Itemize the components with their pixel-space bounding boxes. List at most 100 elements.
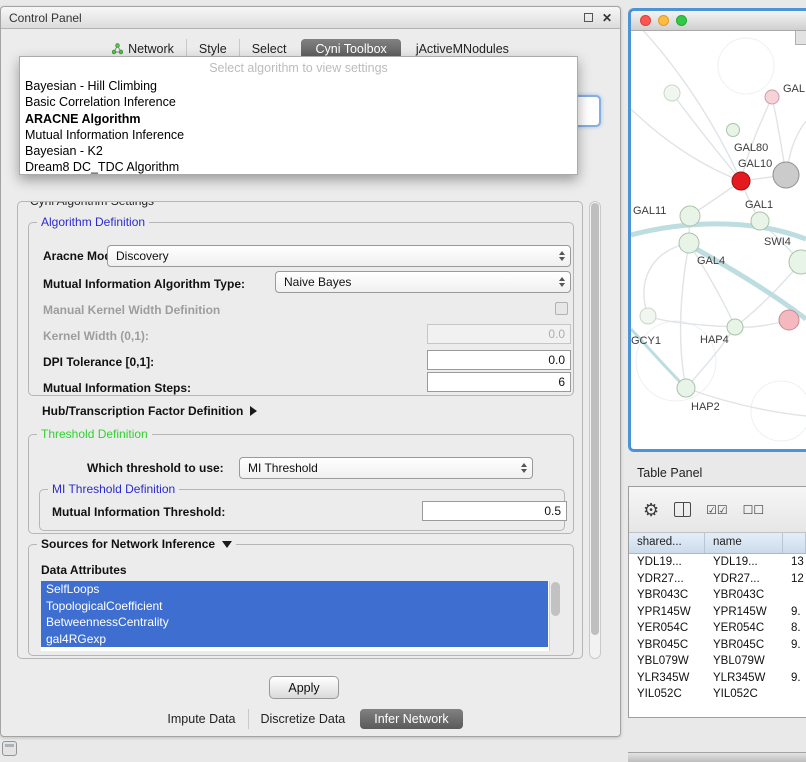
cyni-settings-legend: Cyni Algorithm Settings xyxy=(26,201,158,208)
sources-expander[interactable]: Sources for Network Inference xyxy=(37,537,236,551)
unselect-all-columns-icon[interactable]: ☐☐ xyxy=(743,503,765,517)
table-row[interactable]: YER054CYER054C8. xyxy=(629,620,806,637)
expander-expanded-icon xyxy=(222,541,232,548)
network-node[interactable] xyxy=(680,206,700,226)
table-row[interactable]: YBR045CYBR045C9. xyxy=(629,637,806,654)
mi-type-label: Mutual Information Algorithm Type: xyxy=(43,277,245,291)
network-node[interactable] xyxy=(779,310,799,330)
algorithm-option[interactable]: Basic Correlation Inference xyxy=(20,94,577,110)
collapsed-panel-icon[interactable] xyxy=(2,741,17,756)
column-header-shared-name[interactable]: shared... xyxy=(629,533,705,553)
algorithm-option[interactable]: Bayesian - Hill Climbing xyxy=(20,78,577,94)
node-label: GCY1 xyxy=(631,335,661,347)
table-row[interactable]: YDR27...YDR27...12 xyxy=(629,571,806,588)
tab-infer-network[interactable]: Infer Network xyxy=(360,709,462,729)
mi-steps-field[interactable] xyxy=(427,372,571,392)
kernel-width-field[interactable] xyxy=(427,324,571,344)
network-node[interactable] xyxy=(727,124,740,137)
network-canvas[interactable]: GAL GAL80 GAL10 GAL11 GAL1 SWI4 GAL4 GCY… xyxy=(631,31,806,449)
table-header-row: shared... name xyxy=(629,533,806,554)
control-panel-title: Control Panel xyxy=(9,11,82,25)
dpi-tolerance-field[interactable] xyxy=(427,350,571,370)
manual-kernel-label: Manual Kernel Width Definition xyxy=(43,303,220,317)
combo-arrows-icon xyxy=(559,277,570,287)
list-item-selected[interactable]: gal4RGexp xyxy=(41,631,548,648)
column-header-extra[interactable] xyxy=(783,533,806,553)
algorithm-option-placeholder[interactable]: Select algorithm to view settings xyxy=(20,57,577,78)
apply-button[interactable]: Apply xyxy=(269,676,339,699)
combo-value: MI Threshold xyxy=(248,461,318,475)
network-view-window[interactable]: GAL GAL80 GAL10 GAL11 GAL1 SWI4 GAL4 GCY… xyxy=(628,8,806,452)
sources-group: Sources for Network Inference Data Attri… xyxy=(28,544,574,656)
network-node[interactable] xyxy=(640,308,656,324)
node-label: GAL xyxy=(783,83,805,95)
mi-type-combo[interactable]: Naive Bayes xyxy=(275,271,571,293)
hub-definition-expander[interactable]: Hub/Transcription Factor Definition xyxy=(42,404,257,418)
tab-label: Style xyxy=(199,42,227,56)
tab-discretize-data[interactable]: Discretize Data xyxy=(248,709,358,729)
table-row[interactable]: YBR043CYBR043C xyxy=(629,587,806,604)
network-node[interactable] xyxy=(751,212,769,230)
show-columns-icon[interactable] xyxy=(674,502,691,517)
node-label: GAL11 xyxy=(633,205,666,217)
list-item-selected[interactable]: TopologicalCoefficient xyxy=(41,598,548,615)
table-row[interactable]: YIL052CYIL052C xyxy=(629,686,806,703)
main-window-bottom-edge xyxy=(628,752,806,762)
table-row[interactable]: YLR345WYLR345W9. xyxy=(629,670,806,687)
table-settings-gear-icon[interactable]: ⚙ xyxy=(643,501,659,519)
cyni-bottom-tab-bar: Impute Data Discretize Data Infer Networ… xyxy=(1,708,620,730)
node-label: GAL10 xyxy=(738,158,772,170)
table-row[interactable]: YPR145WYPR145W9. xyxy=(629,604,806,621)
control-panel-titlebar[interactable]: Control Panel ✕ xyxy=(1,7,620,29)
network-node[interactable] xyxy=(677,379,695,397)
network-node[interactable] xyxy=(773,162,799,188)
mi-threshold-group: MI Threshold Definition Mutual Informati… xyxy=(39,489,565,531)
mi-threshold-label: Mutual Information Threshold: xyxy=(52,505,225,519)
manual-kernel-checkbox[interactable] xyxy=(555,302,568,315)
select-all-columns-icon[interactable]: ☑☑ xyxy=(706,503,728,517)
float-window-icon[interactable] xyxy=(584,13,593,22)
network-node[interactable] xyxy=(732,172,750,190)
combo-value: Naive Bayes xyxy=(284,275,351,289)
algorithm-option[interactable]: Bayesian - K2 xyxy=(20,143,577,159)
dpi-tolerance-label: DPI Tolerance [0,1]: xyxy=(43,355,154,369)
mi-threshold-field[interactable] xyxy=(422,501,567,521)
screen: Control Panel ✕ Network Style Select Cyn… xyxy=(0,0,806,762)
data-attributes-list[interactable]: SelfLoops TopologicalCoefficient Between… xyxy=(41,581,561,651)
list-scrollbar[interactable] xyxy=(549,581,561,651)
node-label: GAL80 xyxy=(734,142,768,154)
node-label: SWI4 xyxy=(764,236,791,248)
network-graph: GAL GAL80 GAL10 GAL11 GAL1 SWI4 GAL4 GCY… xyxy=(631,31,806,449)
algorithm-dropdown-popup: Select algorithm to view settings Bayesi… xyxy=(19,56,578,175)
network-node[interactable] xyxy=(664,85,680,101)
canvas-scrollbar-stub[interactable] xyxy=(795,31,806,45)
which-threshold-label: Which threshold to use: xyxy=(87,461,224,475)
threshold-definition-legend: Threshold Definition xyxy=(37,427,152,441)
network-window-titlebar[interactable] xyxy=(631,11,806,31)
minimize-traffic-light-icon[interactable] xyxy=(658,15,669,26)
algorithm-option[interactable]: Mutual Information Inference xyxy=(20,127,577,143)
close-icon[interactable]: ✕ xyxy=(602,12,612,24)
table-row[interactable]: YBL079WYBL079W xyxy=(629,653,806,670)
table-row[interactable]: YDL19...YDL19...13 xyxy=(629,554,806,571)
settings-scrollbar[interactable] xyxy=(589,201,601,659)
algorithm-option-selected[interactable]: ARACNE Algorithm xyxy=(20,111,577,127)
network-node[interactable] xyxy=(765,90,779,104)
combo-value: Discovery xyxy=(116,249,169,263)
close-traffic-light-icon[interactable] xyxy=(640,15,651,26)
network-node[interactable] xyxy=(789,250,806,274)
tab-impute-data[interactable]: Impute Data xyxy=(155,709,247,729)
network-node[interactable] xyxy=(727,319,743,335)
table-body: YDL19...YDL19...13 YDR27...YDR27...12 YB… xyxy=(629,554,806,703)
aracne-mode-combo[interactable]: Discovery xyxy=(107,245,571,267)
zoom-traffic-light-icon[interactable] xyxy=(676,15,687,26)
network-node[interactable] xyxy=(679,233,699,253)
table-toolbar: ⚙ ☑☑ ☐☐ xyxy=(629,487,806,533)
list-item-selected[interactable]: BetweennessCentrality xyxy=(41,614,548,631)
which-threshold-combo[interactable]: MI Threshold xyxy=(239,457,533,479)
tab-label: Impute Data xyxy=(167,712,235,726)
column-header-name[interactable]: name xyxy=(705,533,783,553)
list-item-selected[interactable]: SelfLoops xyxy=(41,581,548,598)
algorithm-option[interactable]: Dream8 DC_TDC Algorithm xyxy=(20,159,577,175)
node-label: GAL4 xyxy=(697,255,725,267)
